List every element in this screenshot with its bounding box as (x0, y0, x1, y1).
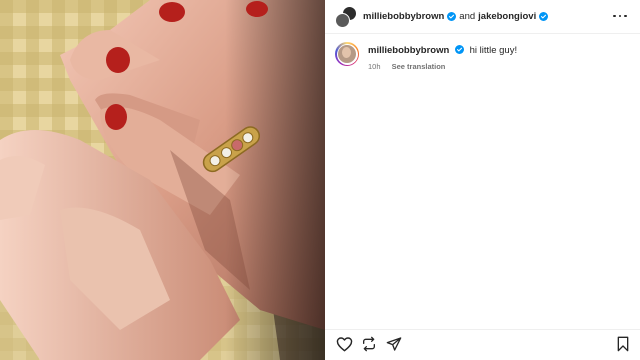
comment-body: milliebobbybrown hi little guy! 10h See … (368, 42, 517, 73)
heart-icon[interactable] (333, 333, 355, 355)
send-icon[interactable] (383, 333, 405, 355)
comment-text: hi little guy! (469, 45, 518, 56)
header-divider (325, 33, 640, 34)
see-translation-link[interactable]: See translation (392, 62, 446, 71)
comment-avatar[interactable] (335, 42, 359, 66)
post-sidebar: milliebobbybrown and jakebongiovi millie… (325, 0, 640, 360)
verified-badge-icon (539, 12, 549, 21)
comment-username[interactable]: milliebobbybrown (368, 45, 449, 56)
hands-ring-photo (0, 0, 325, 360)
header-connector: and (459, 11, 476, 22)
header-username-1[interactable]: milliebobbybrown (363, 11, 444, 22)
instagram-post-window: milliebobbybrown and jakebongiovi millie… (0, 0, 640, 360)
post-header: milliebobbybrown and jakebongiovi (325, 0, 640, 33)
action-bar (325, 333, 640, 355)
header-username-2[interactable]: jakebongiovi (478, 11, 536, 22)
post-photo[interactable] (0, 0, 325, 360)
verified-badge-icon (447, 12, 457, 21)
verified-badge-icon (454, 45, 464, 54)
actions-divider (325, 329, 640, 330)
nail-1 (159, 2, 185, 22)
comment-time[interactable]: 10h (368, 62, 381, 71)
caption-comment: milliebobbybrown hi little guy! 10h See … (335, 42, 630, 73)
repost-icon[interactable] (358, 333, 380, 355)
more-options-icon[interactable] (613, 9, 627, 23)
collab-avatars-icon[interactable] (335, 5, 357, 28)
bookmark-icon[interactable] (612, 333, 634, 355)
avatar-milliebobbybrown[interactable] (335, 12, 350, 28)
